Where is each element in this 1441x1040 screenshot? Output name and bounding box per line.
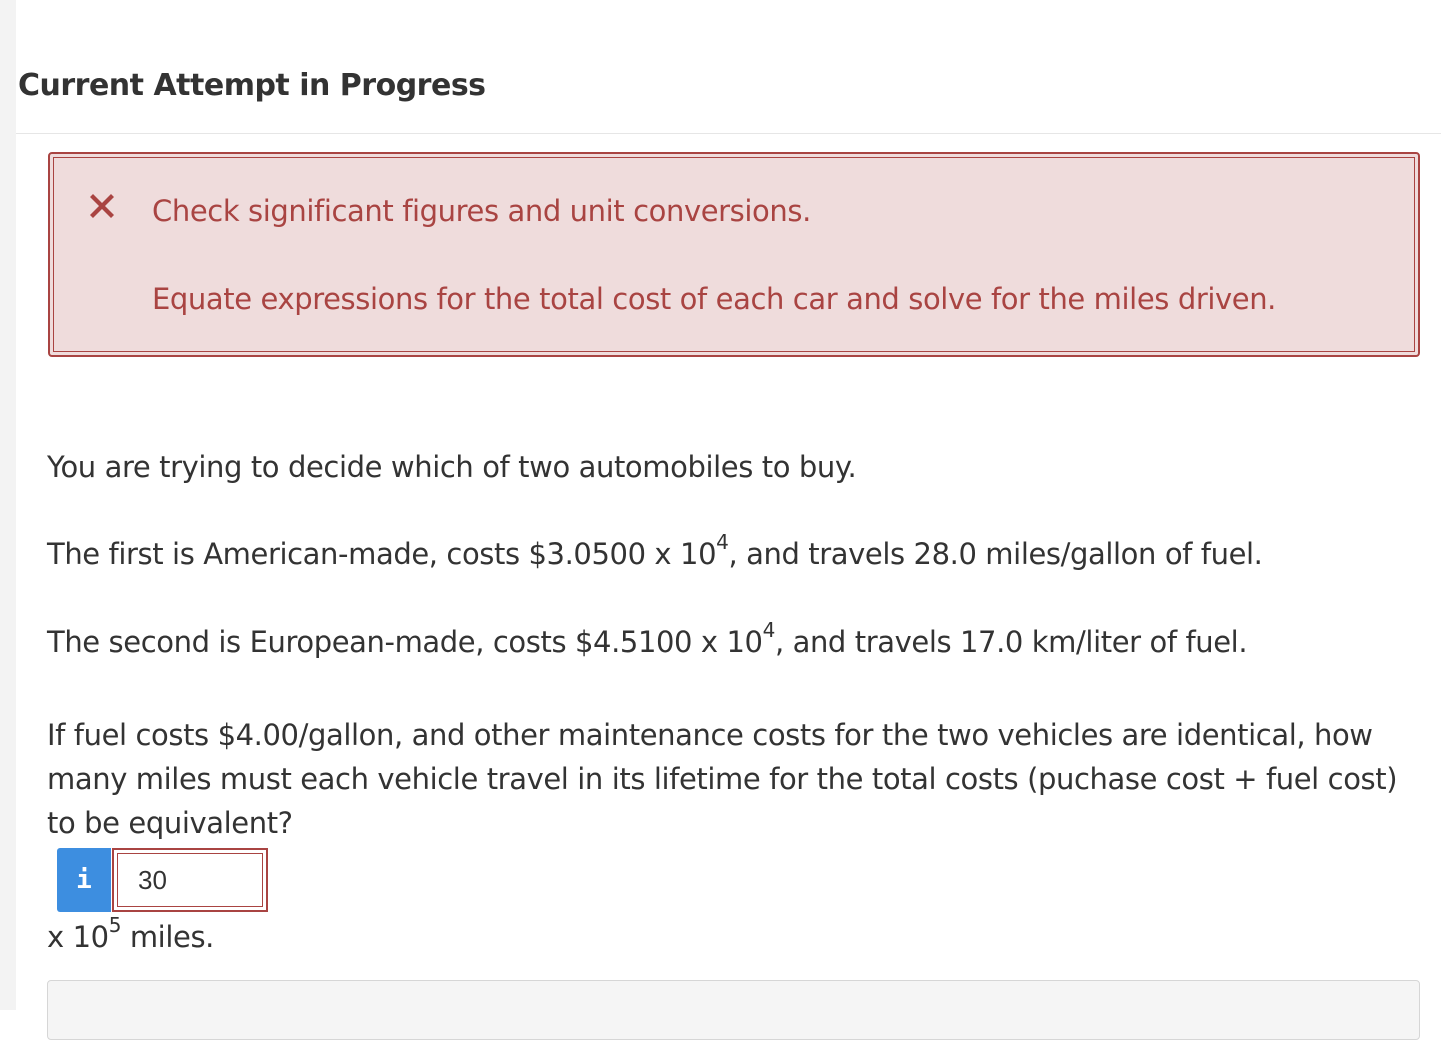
feedback-alert: Check significant figures and unit conve… [48, 152, 1420, 357]
question-intro: You are trying to decide which of two au… [47, 450, 857, 484]
units-suffix: miles. [121, 920, 215, 954]
clipped-text-fragment [150, 0, 350, 4]
page-title: Current Attempt in Progress [18, 68, 486, 103]
question-car2: The second is European-made, costs $4.51… [47, 620, 1248, 659]
info-button[interactable]: i [57, 848, 111, 912]
answer-units: x 105 miles. [47, 915, 215, 954]
car2-exponent: 4 [762, 618, 776, 643]
left-rail [0, 0, 16, 1010]
car1-text-prefix: The first is American-made, costs $3.050… [47, 537, 717, 571]
answer-input[interactable] [122, 858, 254, 902]
bottom-panel [47, 980, 1420, 1040]
x-mark-icon [90, 194, 114, 218]
question-car1: The first is American-made, costs $3.050… [47, 532, 1263, 571]
answer-field [112, 848, 268, 912]
header-divider [16, 133, 1441, 134]
car1-text-suffix: , and travels 28.0 miles/gallon of fuel. [728, 537, 1263, 571]
question-prompt: If fuel costs $4.00/gallon, and other ma… [47, 718, 1398, 840]
car2-text-prefix: The second is European-made, costs $4.51… [47, 625, 763, 659]
units-exponent: 5 [108, 913, 122, 938]
units-prefix: x 10 [47, 920, 109, 954]
feedback-alert-inner-border [53, 157, 1415, 352]
feedback-message-2: Equate expressions for the total cost of… [152, 282, 1277, 316]
car1-exponent: 4 [716, 530, 729, 555]
car2-text-suffix: , and travels 17.0 km/liter of fuel. [774, 625, 1248, 659]
feedback-message-1: Check significant figures and unit conve… [152, 194, 811, 228]
